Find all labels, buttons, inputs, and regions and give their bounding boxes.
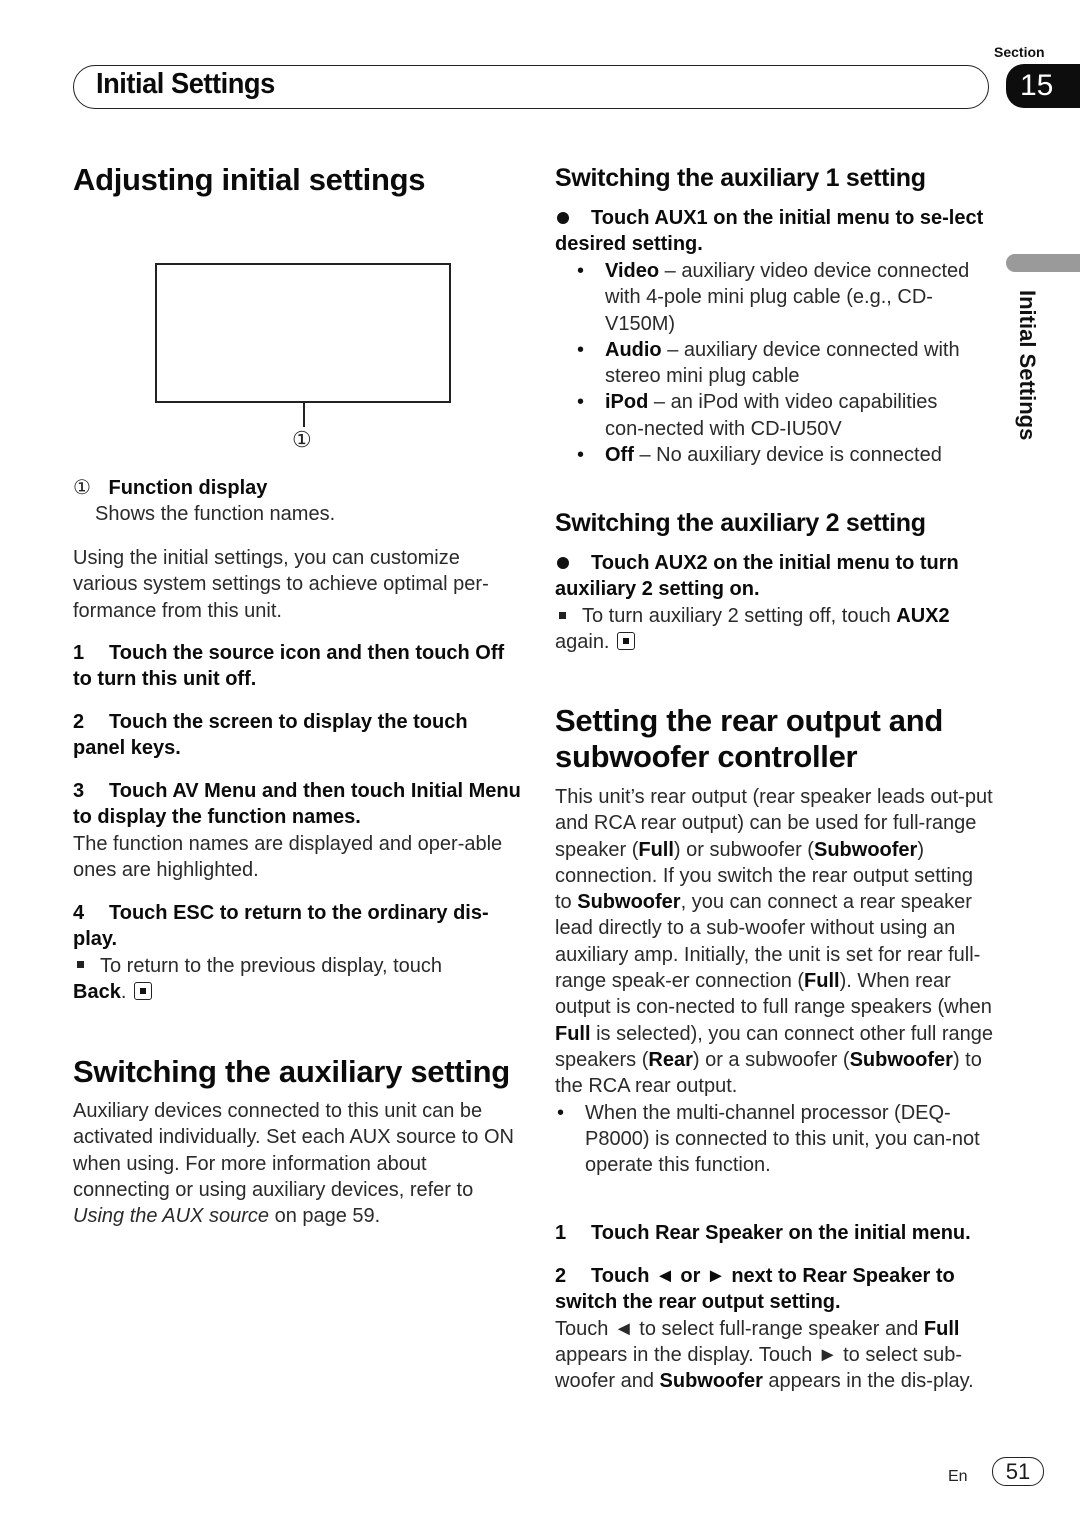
end-mark-icon [617,632,636,651]
legend-title: Function display [108,477,268,499]
option-video: Video – auxiliary video device connected… [555,258,975,337]
section-number-tab: 15 [1006,64,1080,108]
diagram-legend: ① Function display Shows the function na… [73,475,523,528]
instruction-bullet-icon [557,556,569,569]
option-ipod: iPod – an iPod with video capabilities c… [555,389,975,442]
legend-marker: ① [73,477,91,499]
instruction-bullet-icon [557,211,569,224]
legend-description: Shows the function names. [95,503,336,526]
aux-section-heading: Switching the auxiliary setting [73,1054,510,1089]
side-tab-marker [1006,254,1080,272]
section-number: 15 [1020,69,1054,102]
step-2: 2 Touch the screen to display the touch p… [73,711,468,760]
rear-step-1: 1 Touch Rear Speaker on the initial menu. [555,1222,971,1244]
aux-section-body: Auxiliary devices connected to this unit… [73,1100,514,1228]
end-mark-icon [133,981,152,1000]
step-1: 1 Touch the source icon and then touch Of… [73,642,505,691]
note-square-icon [77,961,84,969]
aux1-options: Video – auxiliary video device connected… [555,258,975,469]
side-tab-label: Initial Settings [1015,290,1040,441]
option-audio: Audio – auxiliary device connected with … [555,337,975,390]
rear-step-2-description: Touch ◄ to select full-range speaker and… [555,1317,974,1393]
aux2-note: To turn auxiliary 2 setting off, touch A… [555,605,950,654]
step-3: 3 Touch AV Menu and then touch Initial Me… [73,778,523,883]
chapter-title: Initial Settings [96,68,275,100]
cross-reference: Using the AUX source [73,1205,270,1228]
intro-paragraph: Using the initial settings, you can cust… [73,547,489,622]
rear-step-2: 2 Touch ◄ or ► next to Rear Speaker to sw… [555,1263,985,1394]
rear-output-heading: Setting the rear output and subwoofer co… [555,703,944,774]
aux1-instruction: Touch AUX1 on the initial menu to se-lec… [555,207,984,256]
page-number: 51 [992,1457,1044,1486]
function-display-diagram [155,263,451,403]
section-label: Section [994,44,1045,60]
page-heading: Adjusting initial settings [73,162,426,197]
aux2-heading: Switching the auxiliary 2 setting [555,509,926,537]
step-4: 4 Touch ESC to return to the ordinary dis… [73,900,523,1005]
aux2-instruction: Touch AUX2 on the initial menu to turn a… [555,552,959,601]
rear-output-note: When the multi-channel processor (DEQ-P8… [555,1100,995,1179]
rear-output-body: This unit’s rear output (rear speaker le… [555,784,995,1178]
step-3-description: The function names are displayed and ope… [73,832,503,881]
step-4-note: To return to the previous display, touch… [73,954,443,1003]
language-label: En [948,1468,968,1485]
callout-line [303,403,305,427]
note-square-icon [559,611,566,619]
option-off: Off – No auxiliary device is connected [555,442,975,469]
aux1-heading: Switching the auxiliary 1 setting [555,164,926,192]
callout-marker: ① [292,427,312,452]
